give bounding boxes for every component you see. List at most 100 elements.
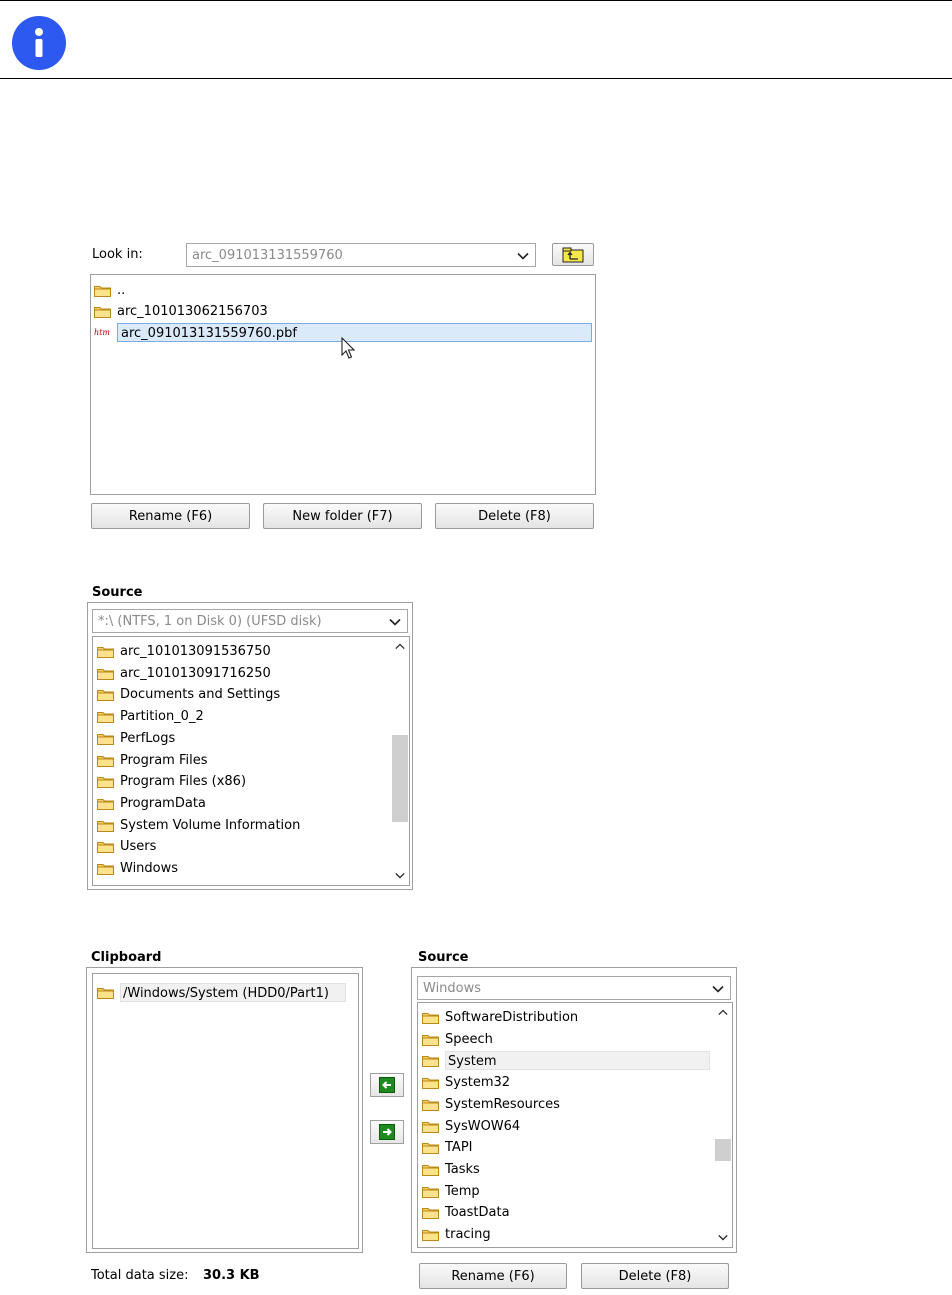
list-item[interactable]: SysWOW64 xyxy=(422,1116,520,1137)
list-item[interactable]: arc_101013091536750 xyxy=(97,641,271,662)
total-data-size-value: 30.3 KB xyxy=(203,1268,260,1283)
chevron-down-icon xyxy=(389,618,401,626)
folder-icon xyxy=(422,1206,439,1219)
list-item[interactable]: arc_101013062156703 xyxy=(94,301,268,322)
list-item-label: Program Files xyxy=(120,752,208,768)
folder-icon xyxy=(422,1141,439,1154)
list-item[interactable]: Users xyxy=(97,836,156,857)
list-item-label: SysWOW64 xyxy=(445,1118,521,1134)
folder-icon xyxy=(97,688,114,701)
list-item[interactable]: Documents and Settings xyxy=(97,684,280,705)
delete-button[interactable]: Delete (F8) xyxy=(435,503,594,529)
source-folder-list[interactable]: arc_101013091536750 arc_101013091716250 Do… xyxy=(92,636,410,886)
list-item-label: Tasks xyxy=(445,1161,480,1177)
look-in-value: arc_091013131559760 xyxy=(192,247,343,263)
htm-file-icon: htm xyxy=(94,328,110,337)
list-item[interactable]: TAPI xyxy=(422,1137,473,1158)
rename-button[interactable]: Rename (F6) xyxy=(91,503,250,529)
scroll-thumb[interactable] xyxy=(715,1139,731,1161)
scroll-down-icon[interactable] xyxy=(718,1234,728,1241)
list-item[interactable]: .. xyxy=(94,280,125,301)
list-item-label: TAPI xyxy=(445,1140,473,1156)
list-item[interactable]: Program Files (x86) xyxy=(97,771,246,792)
list-item[interactable]: SoftwareDistribution xyxy=(422,1007,578,1028)
folder-icon xyxy=(422,1185,439,1198)
scroll-down-icon[interactable] xyxy=(395,872,405,879)
list-item-label: SystemResources xyxy=(445,1096,560,1112)
folder-icon xyxy=(422,1011,439,1024)
move-to-clipboard-button[interactable] xyxy=(370,1073,404,1097)
list-item[interactable]: /Windows/System (HDD0/Part1) xyxy=(97,982,346,1003)
folder-icon xyxy=(422,1163,439,1176)
list-item[interactable]: System32 xyxy=(422,1072,510,1093)
list-item-label: Documents and Settings xyxy=(120,687,281,703)
clipboard-list[interactable]: /Windows/System (HDD0/Part1) xyxy=(92,973,359,1249)
list-item-label: Windows xyxy=(120,861,179,876)
info-icon xyxy=(12,16,66,70)
list-item[interactable]: Temp xyxy=(422,1181,480,1202)
folder-icon xyxy=(97,797,114,810)
folder-icon xyxy=(97,986,114,999)
folder-icon xyxy=(97,754,114,767)
chevron-down-icon xyxy=(712,985,724,993)
file-browser-dialog: Look in: arc_091013131559760 .. arc_1010… xyxy=(84,236,598,532)
list-item-label: ToastData xyxy=(445,1205,510,1221)
folder-icon xyxy=(422,1098,439,1111)
mouse-cursor-icon xyxy=(341,337,356,359)
list-item[interactable]: System xyxy=(422,1050,710,1071)
file-list[interactable]: .. arc_101013062156703 htm arc_091013131… xyxy=(90,274,596,495)
top-rule xyxy=(0,0,952,1)
folder-icon xyxy=(422,1076,439,1089)
folder-icon xyxy=(97,732,114,745)
delete-button[interactable]: Delete (F8) xyxy=(581,1263,729,1289)
source-drive-dropdown[interactable]: *:\ (NTFS, 1 on Disk 0) (UFSD disk) xyxy=(92,609,408,633)
folder-up-button[interactable] xyxy=(552,243,594,266)
list-item[interactable]: Partition_0_2 xyxy=(97,706,204,727)
scrollbar[interactable] xyxy=(714,1003,732,1247)
scroll-up-icon[interactable] xyxy=(718,1009,728,1016)
folder-icon xyxy=(422,1033,439,1046)
source-path-dropdown[interactable]: Windows xyxy=(417,976,731,1000)
list-item[interactable]: System Volume Information xyxy=(97,815,300,836)
look-in-dropdown[interactable]: arc_091013131559760 xyxy=(186,243,536,267)
list-item[interactable]: tracing xyxy=(422,1224,491,1245)
look-in-label: Look in: xyxy=(92,247,143,262)
list-item[interactable]: ToastData xyxy=(422,1202,510,1223)
list-item[interactable]: Tasks xyxy=(422,1159,480,1180)
move-to-source-button[interactable] xyxy=(370,1120,404,1144)
folder-icon xyxy=(97,819,114,832)
clipboard-panel: /Windows/System (HDD0/Part1) xyxy=(86,967,363,1253)
list-item[interactable]: Speech xyxy=(422,1029,493,1050)
rename-button[interactable]: Rename (F6) xyxy=(419,1263,567,1289)
list-item[interactable]: Windows xyxy=(97,858,178,879)
bottom-rule xyxy=(0,78,952,79)
clipboard-title: Clipboard xyxy=(91,950,162,965)
scroll-up-icon[interactable] xyxy=(395,643,405,650)
source-path-value: Windows xyxy=(423,980,482,996)
list-item-label: Users xyxy=(120,839,157,855)
folder-icon xyxy=(422,1228,439,1241)
list-item[interactable]: PerfLogs xyxy=(97,728,175,749)
list-item-label: arc_101013091716250 xyxy=(120,665,271,681)
folder-icon xyxy=(97,645,114,658)
list-item[interactable]: arc_101013091716250 xyxy=(97,663,271,684)
scrollbar[interactable] xyxy=(391,637,409,885)
source-title: Source xyxy=(418,950,469,965)
scroll-thumb[interactable] xyxy=(392,735,408,822)
folder-icon xyxy=(97,667,114,680)
arrow-right-icon xyxy=(379,1124,395,1140)
list-item-label: PerfLogs xyxy=(120,730,176,746)
list-item[interactable]: SystemResources xyxy=(422,1094,560,1115)
list-item-label: SoftwareDistribution xyxy=(445,1010,579,1025)
source-drive-value: *:\ (NTFS, 1 on Disk 0) (UFSD disk) xyxy=(98,613,322,629)
source-folder-list[interactable]: SoftwareDistribution Speech System System32… xyxy=(417,1002,733,1248)
folder-icon xyxy=(97,710,114,723)
list-item-label: tracing xyxy=(445,1227,491,1242)
new-folder-button[interactable]: New folder (F7) xyxy=(263,503,422,529)
list-item[interactable]: ProgramData xyxy=(97,793,206,814)
list-item-label: System32 xyxy=(445,1075,511,1091)
list-item[interactable]: Program Files xyxy=(97,750,208,771)
folder-icon xyxy=(97,840,114,853)
arrow-left-icon xyxy=(379,1077,395,1093)
list-item-label: arc_101013091536750 xyxy=(120,644,271,659)
